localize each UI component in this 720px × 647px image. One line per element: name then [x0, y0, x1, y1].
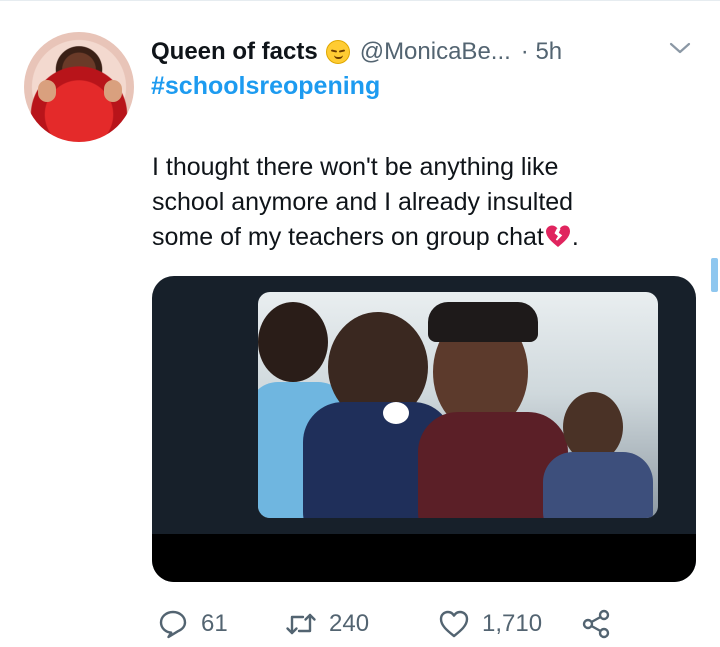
tweet-actions: 61 240 1,710 — [152, 604, 622, 644]
relieved-face-emoji-icon — [325, 40, 350, 64]
share-icon — [582, 609, 610, 639]
retweet-count: 240 — [329, 610, 370, 637]
scroll-indicator[interactable] — [711, 258, 718, 292]
chevron-down-icon[interactable] — [668, 38, 692, 58]
reply-count: 61 — [201, 610, 228, 637]
tweet-media[interactable] — [152, 276, 696, 582]
avatar[interactable] — [24, 32, 134, 142]
photo-tissue — [383, 402, 409, 424]
hashtag-link[interactable]: #schoolsreopening — [151, 72, 380, 101]
retweet-icon — [286, 613, 316, 635]
media-bottom-strip — [152, 534, 696, 582]
tweet-text: I thought there won't be anything like s… — [152, 150, 692, 255]
top-divider — [0, 0, 720, 1]
retweet-button[interactable]: 240 — [285, 604, 369, 644]
display-name[interactable]: Queen of facts — [151, 38, 318, 66]
tweet-text-line: school anymore and I already insulted — [152, 188, 574, 216]
user-handle[interactable]: @MonicaBe... — [360, 38, 511, 66]
photo-figure-woman-right-hat — [428, 302, 538, 342]
photo-figure-boy-body — [543, 452, 653, 518]
avatar-hand-right — [104, 80, 122, 102]
reply-icon — [159, 610, 187, 639]
like-count: 1,710 — [482, 610, 543, 637]
photo-figure-child — [258, 302, 328, 382]
tweet-photo[interactable] — [258, 292, 658, 518]
avatar-hand-left — [38, 80, 56, 102]
share-button[interactable] — [580, 604, 612, 644]
tweet-text-end-punct: . — [571, 223, 579, 251]
tweet-text-line: I thought there won't be anything like — [152, 153, 559, 181]
tweet-text-line: some of my teachers on group chat — [152, 223, 544, 251]
heart-icon — [439, 610, 469, 638]
tweet-header: Queen of facts @MonicaBe... · 5h — [151, 36, 562, 68]
tweet-time[interactable]: · 5h — [521, 38, 562, 66]
reply-button[interactable]: 61 — [157, 604, 228, 644]
like-button[interactable]: 1,710 — [438, 604, 542, 644]
tweet-text-line-last: some of my teachers on group chat . — [152, 220, 692, 255]
broken-heart-emoji-icon — [545, 225, 570, 247]
